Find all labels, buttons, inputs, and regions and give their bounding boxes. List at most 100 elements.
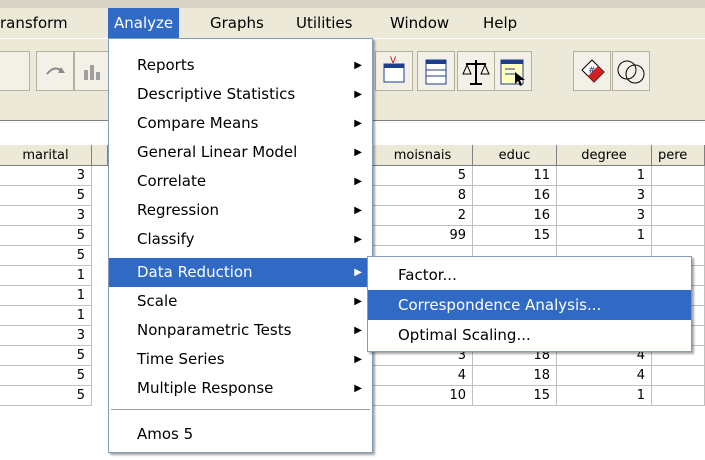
menu-item-compare-means[interactable]: Compare Means ▶ [109, 109, 372, 138]
submenu-item-factor[interactable]: Factor... [368, 260, 691, 290]
column-header-educ[interactable]: educ [473, 145, 557, 166]
menu-item-general-linear-model[interactable]: General Linear Model ▶ [109, 138, 372, 167]
menu-analyze[interactable]: Analyze [108, 8, 180, 38]
submenu-arrow-icon: ▶ [354, 118, 362, 129]
menu-separator [111, 409, 370, 411]
table-cell[interactable]: 4 [557, 366, 652, 386]
table-cell[interactable]: 10 [373, 386, 473, 406]
table-cell[interactable] [652, 166, 705, 186]
table-cell[interactable]: 3 [557, 206, 652, 226]
table-cell[interactable]: 18 [473, 366, 557, 386]
menu-item-reports[interactable]: Reports ▶ [109, 51, 372, 80]
value-labels-icon: # [581, 59, 605, 83]
column-header-degree[interactable]: degree [557, 145, 652, 166]
table-cell[interactable]: 5 [0, 186, 92, 206]
menu-item-correlate[interactable]: Correlate ▶ [109, 167, 372, 196]
column-header-pere[interactable]: pere [652, 145, 705, 166]
split-file-button[interactable] [494, 51, 532, 91]
table-cell[interactable]: 3 [0, 326, 92, 346]
split-file-icon [500, 59, 525, 86]
menu-item-data-reduction[interactable]: Data Reduction ▶ [109, 258, 372, 287]
table-cell[interactable]: 2 [373, 206, 473, 226]
submenu-arrow-icon: ▶ [354, 234, 362, 245]
table-cell[interactable]: 16 [473, 206, 557, 226]
table-cell[interactable] [652, 206, 705, 226]
menu-item-time-series[interactable]: Time Series ▶ [109, 345, 372, 374]
select-cases-icon [425, 59, 447, 85]
weight-cases-button[interactable] [457, 51, 495, 91]
menu-graphs[interactable]: Graphs [204, 8, 270, 38]
submenu-arrow-icon: ▶ [354, 176, 362, 187]
value-labels-button[interactable]: # [573, 51, 611, 91]
table-cell[interactable]: 15 [473, 386, 557, 406]
table-cell[interactable]: 5 [0, 386, 92, 406]
table-cell[interactable]: 99 [373, 226, 473, 246]
table-cell[interactable]: 5 [0, 226, 92, 246]
menu-item-multiple-response[interactable]: Multiple Response ▶ [109, 374, 372, 403]
column-header-moisnais[interactable]: moisnais [373, 145, 473, 166]
submenu-arrow-icon: ▶ [354, 205, 362, 216]
table-cell[interactable] [652, 226, 705, 246]
weight-cases-icon [462, 60, 490, 85]
data-reduction-submenu: Factor... Correspondence Analysis... Opt… [367, 256, 692, 352]
table-cell[interactable]: 11 [473, 166, 557, 186]
table-cell[interactable]: 3 [0, 166, 92, 186]
redo-button[interactable] [36, 51, 74, 91]
menu-help[interactable]: Help [477, 8, 523, 38]
chart-button[interactable] [74, 51, 112, 91]
redo-icon [46, 67, 65, 75]
column-header-partial[interactable] [92, 145, 108, 166]
table-cell[interactable] [652, 366, 705, 386]
submenu-arrow-icon: ▶ [354, 60, 362, 71]
table-cell[interactable]: 1 [0, 286, 92, 306]
table-cell[interactable]: 4 [373, 366, 473, 386]
submenu-arrow-icon: ▶ [354, 383, 362, 394]
submenu-item-correspondence-analysis[interactable]: Correspondence Analysis... [368, 290, 691, 320]
chart-icon [84, 65, 100, 80]
table-cell[interactable]: 1 [0, 266, 92, 286]
table-cell[interactable]: 1 [0, 306, 92, 326]
menu-transform[interactable]: ransform [0, 8, 74, 38]
table-cell[interactable]: 16 [473, 186, 557, 206]
table-cell[interactable]: 1 [557, 226, 652, 246]
menu-item-regression[interactable]: Regression ▶ [109, 196, 372, 225]
table-cell[interactable]: 8 [373, 186, 473, 206]
variables-button[interactable]: V [375, 51, 413, 91]
table-cell[interactable]: 1 [557, 166, 652, 186]
analyze-menu: Reports ▶ Descriptive Statistics ▶ Compare… [108, 38, 373, 453]
svg-text:#: # [588, 66, 596, 76]
table-cell[interactable] [652, 386, 705, 406]
svg-text:V: V [390, 56, 397, 66]
menu-item-descriptive-statistics[interactable]: Descriptive Statistics ▶ [109, 80, 372, 109]
toolbar-button-partial[interactable] [0, 51, 30, 91]
submenu-arrow-icon: ▶ [354, 354, 362, 365]
menu-item-scale[interactable]: Scale ▶ [109, 287, 372, 316]
table-cell[interactable]: 5 [0, 246, 92, 266]
submenu-arrow-icon: ▶ [354, 267, 362, 278]
table-cell[interactable]: 15 [473, 226, 557, 246]
table-cell[interactable]: 5 [373, 166, 473, 186]
submenu-item-optimal-scaling[interactable]: Optimal Scaling... [368, 320, 691, 350]
menu-item-nonparametric-tests[interactable]: Nonparametric Tests ▶ [109, 316, 372, 345]
title-bar-strip [0, 0, 705, 8]
table-cell[interactable]: 1 [557, 386, 652, 406]
table-cell[interactable]: 5 [0, 346, 92, 366]
column-header-marital[interactable]: marital [0, 145, 92, 166]
submenu-arrow-icon: ▶ [354, 147, 362, 158]
table-cell[interactable]: 3 [0, 206, 92, 226]
select-cases-button[interactable] [417, 51, 455, 91]
table-cell[interactable] [652, 186, 705, 206]
menu-bar: ransform Analyze Graphs Utilities Window… [0, 8, 705, 38]
menu-utilities[interactable]: Utilities [290, 8, 358, 38]
use-sets-icon [617, 60, 645, 84]
menu-item-classify[interactable]: Classify ▶ [109, 225, 372, 254]
submenu-arrow-icon: ▶ [354, 296, 362, 307]
table-cell[interactable]: 3 [557, 186, 652, 206]
menu-item-amos[interactable]: Amos 5 [109, 420, 372, 449]
variables-icon: V [383, 56, 405, 83]
use-sets-button[interactable] [612, 51, 650, 91]
table-cell[interactable]: 5 [0, 366, 92, 386]
submenu-arrow-icon: ▶ [354, 325, 362, 336]
submenu-arrow-icon: ▶ [354, 89, 362, 100]
menu-window[interactable]: Window [384, 8, 455, 38]
